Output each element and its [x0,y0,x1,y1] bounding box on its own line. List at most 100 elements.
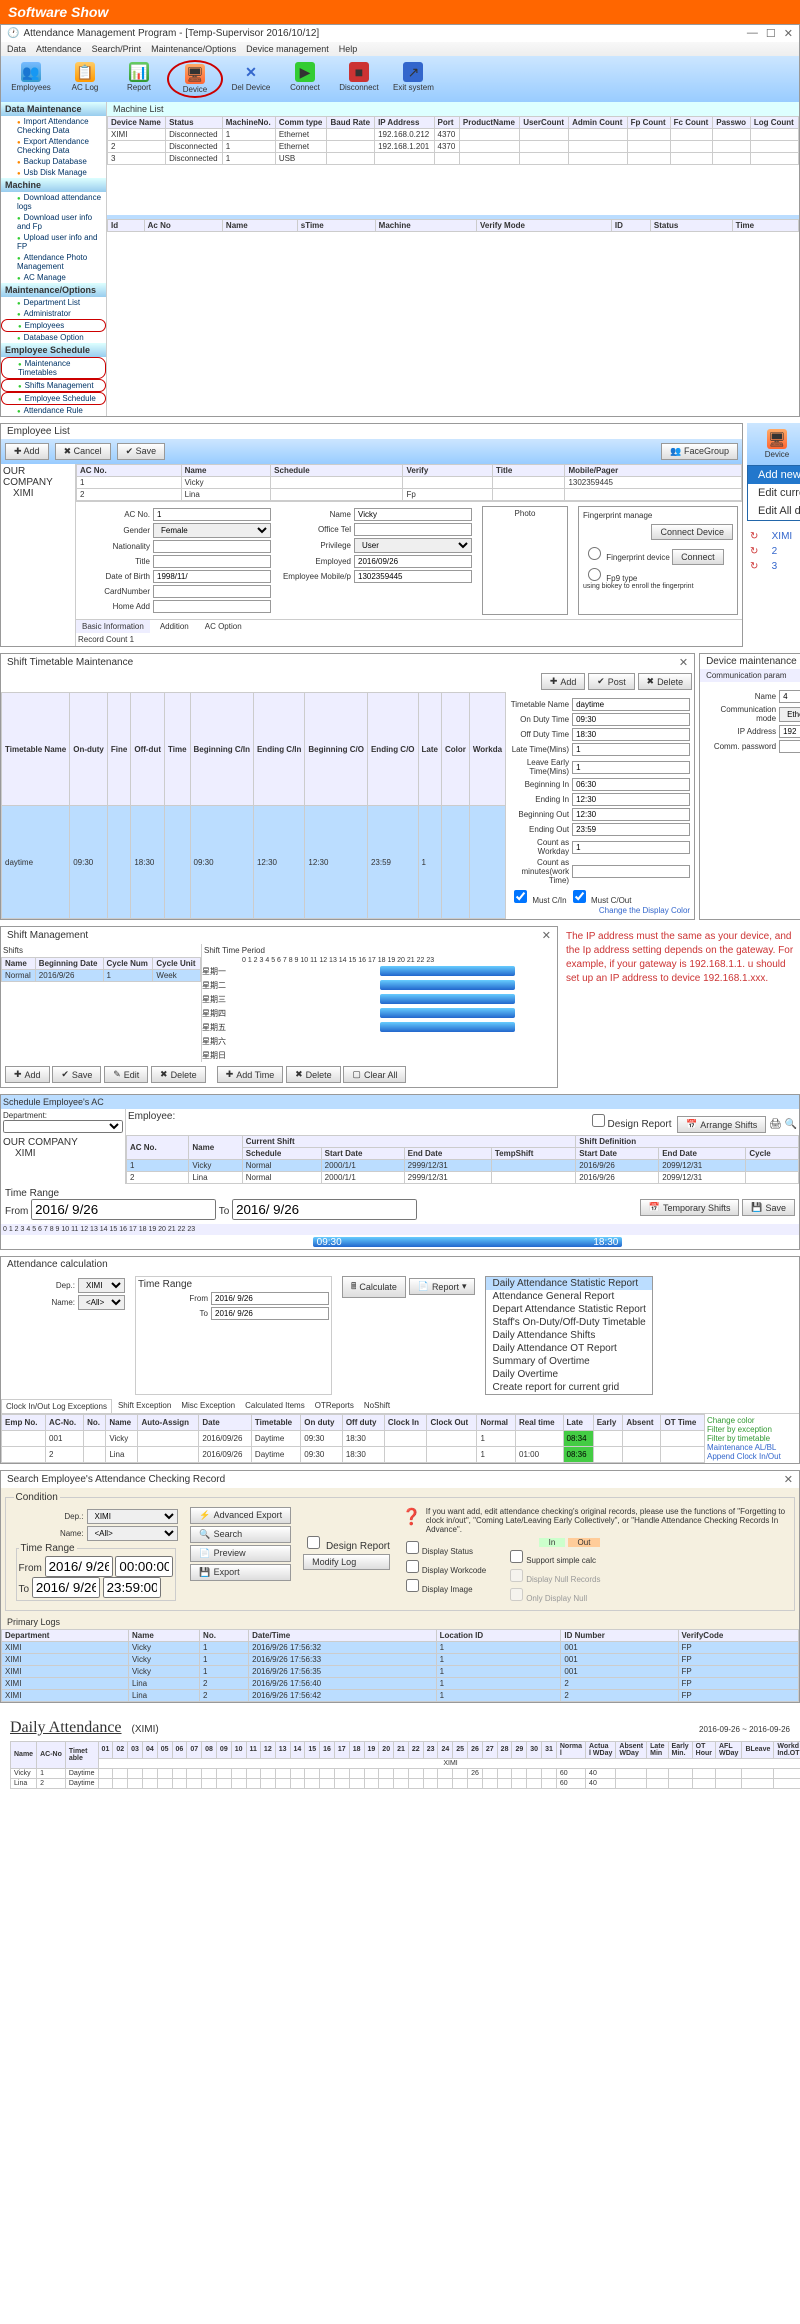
report-button[interactable]: 📊Report [113,60,165,98]
dob-input[interactable] [153,570,271,583]
report-item[interactable]: Daily Attendance OT Report [486,1342,651,1355]
tt-bin-input[interactable] [572,778,690,791]
tt-leave-input[interactable] [572,761,690,774]
log-grid[interactable]: IdAc NoNamesTimeMachineVerify ModeIDStat… [107,219,799,232]
add-button[interactable]: ✚ Add [5,443,49,460]
fp-radio-type[interactable] [588,568,601,581]
search-from-t[interactable] [115,1556,173,1577]
side-link[interactable]: Filter by timetable [707,1434,797,1443]
inset-device-list[interactable]: ↻XIMIDisconnected↻2Disconnected↻3Disconn… [747,529,800,574]
search-dep[interactable]: XIMI [87,1509,179,1524]
gender-select[interactable]: Female [153,523,271,538]
side-item[interactable]: Attendance Rule [1,405,106,416]
close-button[interactable]: ✕ [784,27,793,40]
pri-select[interactable]: User [354,538,472,553]
facegroup-button[interactable]: 👥 FaceGroup [661,443,738,460]
report-item-selected[interactable]: Daily Attendance Statistic Report [486,1277,651,1290]
sm-grid[interactable]: NameBeginning DateCycle NumCycle UnitNor… [1,957,201,982]
chk-workcode[interactable] [406,1560,419,1573]
side-group-sched[interactable]: Employee Schedule [1,343,106,357]
side-group-machine[interactable]: Machine [1,178,106,192]
preview-button[interactable]: 📄 Preview [190,1545,291,1562]
preview-icon[interactable]: 🔍 [785,1119,797,1130]
menu-maint[interactable]: Maintenance/Options [151,44,236,54]
tt-bout-input[interactable] [572,808,690,821]
to-input[interactable] [232,1199,417,1220]
from-input[interactable] [31,1199,216,1220]
maximize-button[interactable]: ☐ [766,27,776,40]
chk-status[interactable] [406,1541,419,1554]
search-to-t[interactable] [103,1577,161,1598]
calc-to[interactable] [211,1307,329,1320]
chk-simple[interactable] [510,1550,523,1563]
design-check[interactable] [592,1114,605,1127]
calc-tab-5[interactable]: NoShift [360,1399,394,1413]
dropdown-editall[interactable]: Edit All device [748,502,800,520]
device-grid[interactable]: Device NameStatusMachineNo.Comm typeBaud… [107,116,799,165]
tt-cwd-input[interactable] [572,841,690,854]
calc-tab-0[interactable]: Clock In/Out Log Exceptions [1,1399,112,1413]
calc-tab-1[interactable]: Shift Exception [114,1399,175,1413]
menu-data[interactable]: Data [7,44,26,54]
sm-add[interactable]: ✚ Add [5,1066,50,1083]
side-item[interactable]: Database Option [1,332,106,343]
offtel-input[interactable] [354,523,472,536]
sm-addtime[interactable]: ✚ Add Time [217,1066,284,1083]
tab-addition[interactable]: Addition [154,620,195,633]
add-button[interactable]: ✚ Add [541,673,586,690]
minimize-button[interactable]: — [747,27,758,40]
sm-deltime[interactable]: ✖ Delete [286,1066,341,1083]
tt-offdu-input[interactable] [572,728,690,741]
side-item[interactable]: Administrator [1,308,106,319]
search-name[interactable]: <All> [87,1526,179,1541]
dept-select[interactable] [3,1120,123,1133]
calc-from[interactable] [211,1292,329,1305]
calc-dep[interactable]: XIMI [78,1278,125,1293]
dropdown-add[interactable]: Add new device [748,466,800,484]
side-link[interactable]: Change color [707,1416,797,1425]
menu-attendance[interactable]: Attendance [36,44,82,54]
side-item[interactable]: Department List [1,297,106,308]
tt-name-input[interactable] [572,698,690,711]
title-input[interactable] [153,555,271,568]
fp-radio-device[interactable] [588,547,601,560]
tt-cmin-input[interactable] [572,865,690,878]
sched-grid[interactable]: AC No.NameCurrent ShiftShift DefinitionS… [126,1135,799,1184]
primary-logs-grid[interactable]: DepartmentNameNo.Date/TimeLocation IDID … [1,1629,799,1702]
side-item-empsched[interactable]: Employee Schedule [1,392,106,405]
save-button[interactable]: 💾 Save [742,1199,795,1216]
deldevice-button[interactable]: ✕Del Device [225,60,277,98]
side-item-timetables[interactable]: Maintenance Timetables [1,357,106,379]
mob-input[interactable] [354,570,472,583]
report-item[interactable]: Daily Overtime [486,1368,651,1381]
calculate-button[interactable]: 🖩 Calculate [342,1276,406,1298]
tt-ein-input[interactable] [572,793,690,806]
mustcin-check[interactable] [514,890,527,903]
card-input[interactable] [153,585,271,598]
search-to-d[interactable] [32,1577,100,1598]
sm-clear[interactable]: ▢ Clear All [343,1066,406,1083]
calc-tab-4[interactable]: OTReports [311,1399,358,1413]
side-item[interactable]: Upload user info and FP [1,232,106,252]
report-item[interactable]: Daily Attendance Shifts [486,1329,651,1342]
menu-device[interactable]: Device management [246,44,329,54]
search-from-d[interactable] [45,1556,113,1577]
cancel-button[interactable]: ✖ Cancel [55,443,111,460]
tt-eout-input[interactable] [572,823,690,836]
report-item[interactable]: Summary of Overtime [486,1355,651,1368]
close-button[interactable]: ✕ [542,929,551,942]
report-item[interactable]: Depart Attendance Statistic Report [486,1303,651,1316]
report-button[interactable]: 📄 Report ▾ [409,1278,476,1295]
disconnect-button[interactable]: ■Disconnect [333,60,385,98]
device-button[interactable]: 🖥Device [167,60,223,98]
change-color-link[interactable]: Change the Display Color [510,906,690,915]
tree-company[interactable]: OUR COMPANY [3,466,73,488]
export-button[interactable]: 💾 Export [190,1564,291,1581]
connect-button[interactable]: ▶Connect [279,60,331,98]
calc-tab-2[interactable]: Misc Exception [177,1399,239,1413]
close-button[interactable]: ✕ [784,1473,793,1486]
nat-input[interactable] [153,540,271,553]
tt-grid[interactable]: Timetable NameOn-dutyFineOff-dutTimeBegi… [1,692,506,919]
delete-button[interactable]: ✖ Delete [638,673,693,690]
chk-image[interactable] [406,1579,419,1592]
